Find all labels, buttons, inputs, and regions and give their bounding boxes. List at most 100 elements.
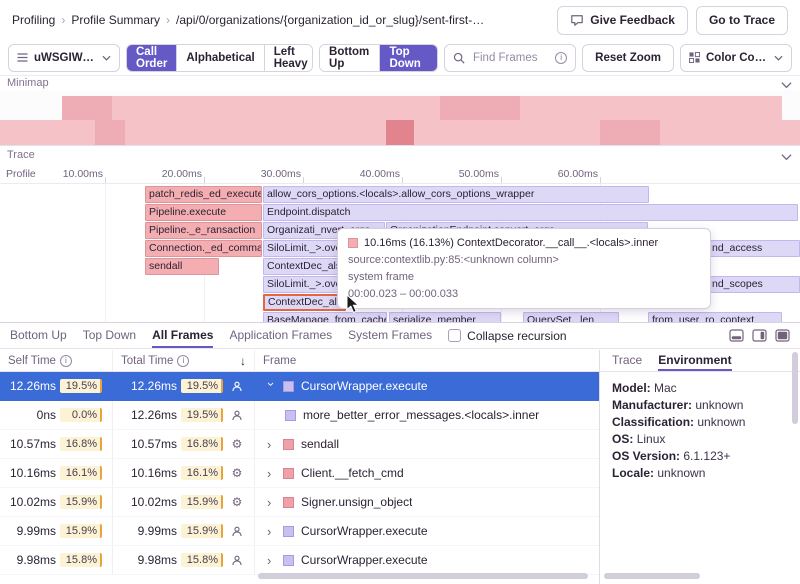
flame-frame[interactable]: Pipeline.execute [145,204,262,221]
table-row[interactable]: 9.98ms 15.8% 9.98ms 15.8% › CursorWrappe… [0,546,599,575]
direction-top-down-button[interactable]: Top Down [379,45,437,71]
details-tab-trace[interactable]: Trace [612,350,642,371]
user-icon [229,380,245,393]
vertical-scrollbar[interactable] [792,352,798,424]
flame-frame-highlighted[interactable]: ContextDec_als>.i [263,294,346,311]
thread-selector-dropdown[interactable]: uWSGIWor… [8,44,120,72]
color-coding-label: Color Coding [706,52,768,64]
total-time-percent: 15.8% [181,553,223,567]
table-row[interactable]: 12.26ms 19.5% 12.26ms 19.5% › CursorWrap… [0,372,599,401]
flame-frame[interactable]: nd_access [708,240,800,257]
expand-chevron[interactable]: › [264,382,279,391]
flame-frame[interactable]: nd_scopes [708,276,800,293]
dock-right-icon[interactable] [752,329,767,342]
total-time-value: 10.02ms [115,495,177,509]
detail-field: OS Version: 6.1.123+ [612,448,788,465]
table-row[interactable]: 10.02ms 15.9% 10.02ms 15.9% ⚙ › Signer.u… [0,488,599,517]
flame-frame[interactable]: QuerySet._len [523,312,619,322]
chevron-down-icon [774,55,783,61]
mouse-cursor [346,294,360,319]
tooltip-title-row: 10.16ms (16.13%) ContextDecorator.__call… [348,237,700,249]
search-input[interactable] [471,51,549,65]
field-value: Mac [654,381,677,395]
flame-frame[interactable]: sendall [145,258,219,275]
sort-call-order-button[interactable]: Call Order [127,45,176,71]
field-value: unknown [697,415,745,429]
color-coding-dropdown[interactable]: Color Coding [680,44,792,72]
frame-header[interactable]: Frame [255,350,599,371]
direction-bottom-up-button[interactable]: Bottom Up [320,45,379,71]
expand-chevron[interactable]: › [267,437,276,452]
axis-tick-mark [501,177,502,183]
sort-descending-icon[interactable]: ↓ [240,354,246,368]
frame-color-swatch [283,381,294,392]
total-time-percent: 19.5% [181,408,223,422]
flame-chart[interactable]: patch_redis_ed_execute allow_cors_option… [0,184,800,322]
tab-top-down[interactable]: Top Down [83,323,136,348]
maximize-icon[interactable] [775,329,790,342]
toolbar: uWSGIWor… Call Order Alphabetical Left H… [0,40,800,76]
table-row[interactable]: 9.99ms 15.9% 9.99ms 15.9% › CursorWrappe… [0,517,599,546]
table-row[interactable]: 10.16ms 16.1% 10.16ms 16.1% ⚙ › Client._… [0,459,599,488]
info-icon[interactable]: i [177,355,189,367]
flame-frame[interactable]: serialize_member [389,312,501,322]
go-to-trace-button[interactable]: Go to Trace [696,6,788,35]
total-time-value: 9.99ms [115,524,177,538]
flame-frame[interactable]: allow_cors_options.<locals>.allow_cors_o… [263,186,649,203]
total-time-value: 9.98ms [115,553,177,567]
expand-chevron[interactable]: › [267,553,276,568]
tab-all-frames[interactable]: All Frames [152,323,213,348]
flame-frame[interactable]: BaseManage_from_cache [263,312,387,322]
axis-tick-mark [303,177,304,183]
horizontal-scrollbar-details[interactable] [604,573,700,579]
table-row[interactable]: 10.57ms 16.8% 10.57ms 16.8% ⚙ › sendall [0,430,599,459]
user-icon [229,554,245,567]
direction-segmented-control: Bottom Up Top Down [319,44,438,72]
horizontal-scrollbar-table[interactable] [258,573,588,579]
sort-alphabetical-button[interactable]: Alphabetical [176,45,263,71]
toolbar-right: Reset Zoom Color Coding [582,44,792,72]
details-tab-environment[interactable]: Environment [658,350,731,371]
give-feedback-button[interactable]: Give Feedback [557,6,688,35]
tab-system-frames[interactable]: System Frames [348,323,432,348]
sort-left-heavy-button[interactable]: Left Heavy [264,45,313,71]
info-icon[interactable]: i [60,355,72,367]
frame-header-label: Frame [263,355,296,367]
find-frames-search: i [444,44,576,72]
search-info-icon[interactable]: i [555,52,567,64]
self-time-value: 10.16ms [2,466,56,480]
field-label: Classification: [612,415,694,429]
tab-bottom-up[interactable]: Bottom Up [10,323,67,348]
flame-frame[interactable]: SiloLimit._>.over [263,276,346,293]
total-time-header[interactable]: Total Time i ↓ [113,350,255,371]
minimap-canvas[interactable] [0,90,800,146]
minimap-span [440,96,520,120]
total-time-value: 10.16ms [115,466,177,480]
flame-frame[interactable]: SiloLimit._>.over [263,240,346,257]
sort-mode-segmented-control: Call Order Alphabetical Left Heavy [126,44,313,72]
breadcrumb-profiling[interactable]: Profiling [12,13,55,27]
flame-frame[interactable]: Connection._ed_command [145,240,262,257]
field-value: Linux [637,432,666,446]
flame-frame[interactable]: Pipeline._e_ransaction [145,222,262,239]
frame-name: CursorWrapper.execute [301,524,428,538]
tab-application-frames[interactable]: Application Frames [229,323,332,348]
flame-frame[interactable]: Endpoint.dispatch [263,204,798,221]
dock-bottom-icon[interactable] [729,329,744,342]
flame-frame[interactable]: ContextDec_als>.i [263,258,346,275]
expand-chevron[interactable]: › [267,495,276,510]
tooltip-title: 10.16ms (16.13%) ContextDecorator.__call… [364,237,658,249]
reset-zoom-button[interactable]: Reset Zoom [582,44,674,72]
expand-chevron[interactable]: › [267,466,276,481]
flame-frame[interactable]: patch_redis_ed_execute [145,186,262,203]
collapse-recursion-checkbox[interactable] [448,329,461,342]
breadcrumb-profile-summary[interactable]: Profile Summary [71,13,160,27]
breadcrumb: Profiling › Profile Summary › /api/0/org… [12,13,484,27]
self-time-header[interactable]: Self Time i [0,350,113,371]
frame-name: CursorWrapper.execute [301,379,428,393]
table-row[interactable]: 0ns 0.0% 12.26ms 19.5% more_better_error… [0,401,599,430]
total-time-value: 12.26ms [115,408,177,422]
flame-frame[interactable]: from_user_ro_context [648,312,782,322]
expand-chevron[interactable]: › [267,524,276,539]
tooltip-frame-kind: system frame [348,271,700,283]
